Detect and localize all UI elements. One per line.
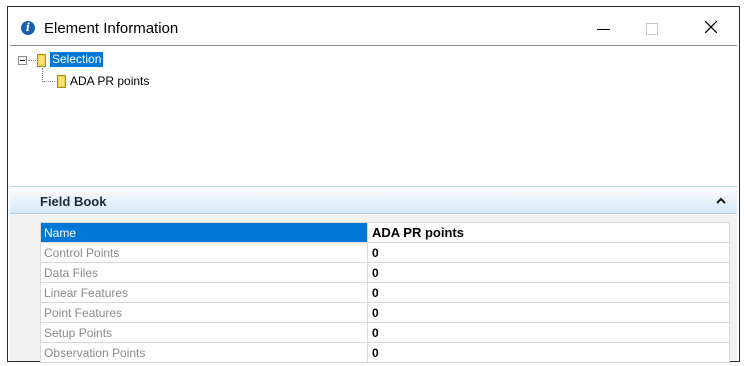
property-value: 0 (367, 262, 730, 283)
tree-connector (42, 68, 43, 82)
section-title: Field Book (40, 194, 107, 209)
property-row-name[interactable]: Name ADA PR points (40, 222, 730, 243)
folder-icon (57, 75, 66, 88)
property-row-linear-features[interactable]: Linear Features 0 (40, 282, 730, 303)
property-row-setup-points[interactable]: Setup Points 0 (40, 322, 730, 343)
property-value: 0 (367, 302, 730, 323)
selection-tree: Selection ADA PR points (10, 45, 737, 187)
property-row-observation-points[interactable]: Observation Points 0 (40, 342, 730, 363)
property-name: Point Features (40, 302, 368, 323)
property-value[interactable]: ADA PR points (367, 222, 730, 243)
property-row-control-points[interactable]: Control Points 0 (40, 242, 730, 263)
field-book-header[interactable]: Field Book (10, 186, 737, 214)
property-grid: Name ADA PR points Control Points 0 Data… (40, 222, 730, 363)
maximize-button[interactable] (629, 7, 675, 45)
info-icon: i (21, 21, 35, 35)
property-name: Control Points (40, 242, 368, 263)
property-name: Observation Points (40, 342, 368, 363)
property-value: 0 (367, 342, 730, 363)
collapse-toggle[interactable] (18, 56, 27, 65)
property-value: 0 (367, 322, 730, 343)
close-icon (705, 21, 717, 33)
folder-icon (37, 54, 46, 67)
property-name: Setup Points (40, 322, 368, 343)
property-value: 0 (367, 282, 730, 303)
element-information-window: i Element Information Selection ADA PR p… (7, 6, 740, 363)
tree-connector (43, 81, 55, 82)
window-title: Element Information (44, 20, 179, 37)
property-name: Data Files (40, 262, 368, 283)
title-bar[interactable]: i Element Information (8, 7, 739, 45)
property-row-data-files[interactable]: Data Files 0 (40, 262, 730, 283)
minimize-button[interactable] (581, 7, 627, 45)
property-grid-area: Name ADA PR points Control Points 0 Data… (10, 214, 737, 363)
tree-connector (28, 60, 36, 61)
property-name: Name (40, 222, 368, 243)
tree-node-ada-pr-points[interactable]: ADA PR points (70, 74, 149, 89)
property-value: 0 (367, 242, 730, 263)
property-row-point-features[interactable]: Point Features 0 (40, 302, 730, 323)
chevron-up-icon[interactable] (716, 197, 726, 204)
tree-node-selection[interactable]: Selection (50, 52, 104, 67)
property-name: Linear Features (40, 282, 368, 303)
close-button[interactable] (688, 7, 734, 45)
